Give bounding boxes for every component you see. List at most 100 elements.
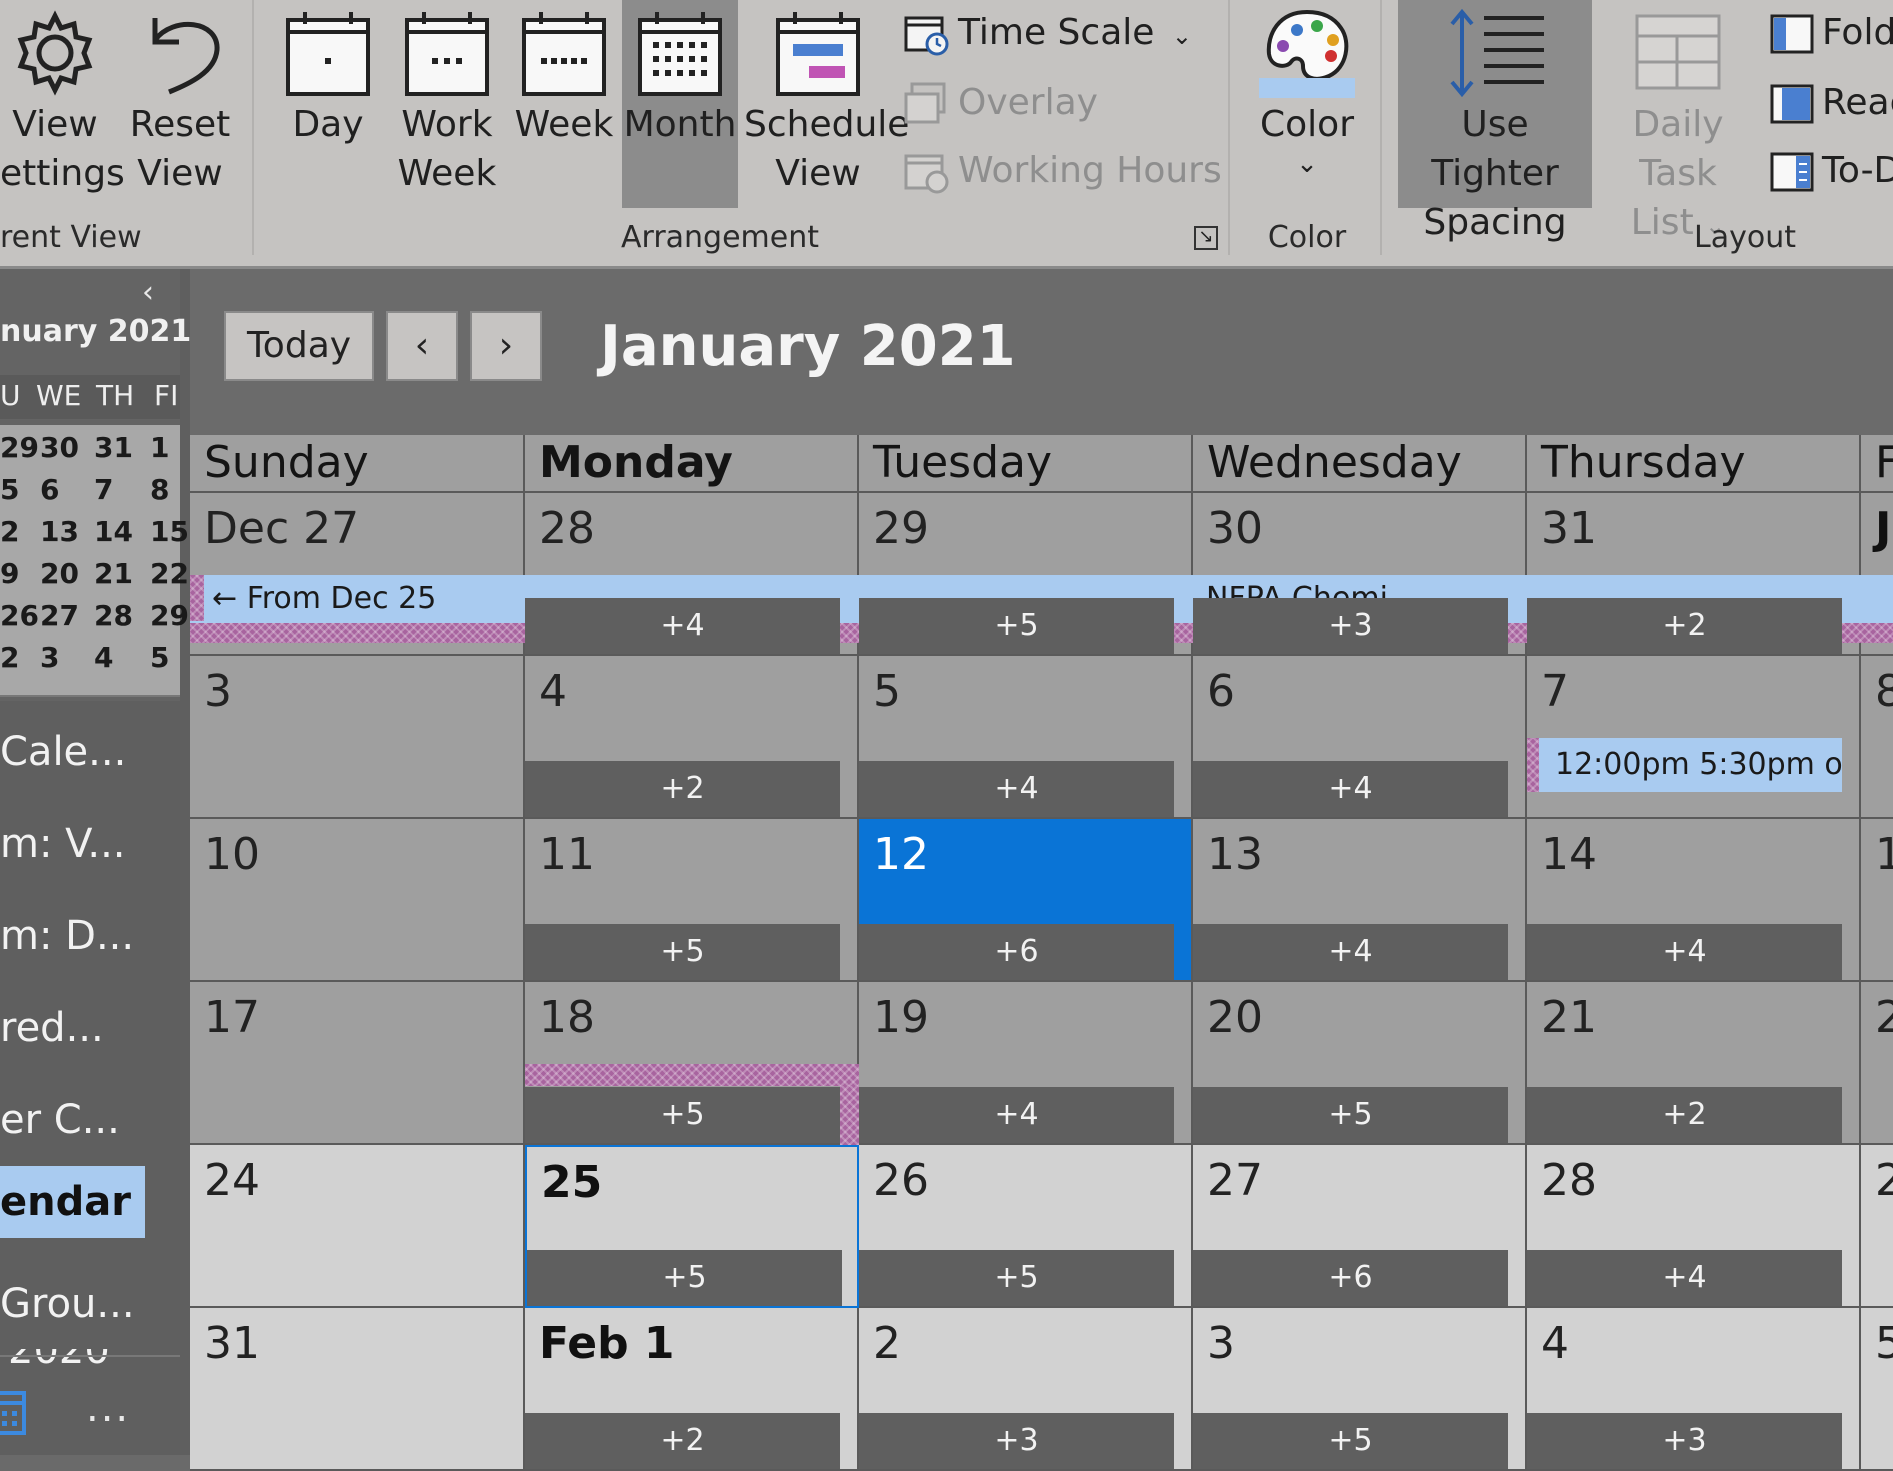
more-events-button[interactable]: +5	[525, 924, 840, 980]
mini-calendar-day[interactable]: 29	[150, 599, 189, 632]
day-cell[interactable]: 19 +4	[859, 982, 1193, 1145]
more-events-button[interactable]: +4	[1527, 1250, 1842, 1306]
more-events-button[interactable]: +4	[1527, 924, 1842, 980]
mini-calendar-day[interactable]: 20	[40, 557, 79, 590]
mini-calendar-day[interactable]: 8	[150, 473, 169, 506]
day-cell[interactable]: 8	[1861, 656, 1893, 819]
more-events-button[interactable]: +5	[1193, 1413, 1508, 1469]
day-cell[interactable]: 4 +2	[525, 656, 859, 819]
day-cell[interactable]: 4 +3	[1527, 1308, 1861, 1471]
day-cell[interactable]: 10	[190, 819, 525, 982]
day-cell[interactable]: 20 +5	[1193, 982, 1527, 1145]
day-cell[interactable]: 2 +3	[859, 1308, 1193, 1471]
more-events-button[interactable]: +5	[525, 1087, 840, 1143]
reset-view-button[interactable]: Reset View	[128, 6, 232, 198]
more-events-button[interactable]: +3	[1527, 1413, 1842, 1469]
working-hours-button[interactable]: Working Hours	[904, 150, 1222, 194]
more-events-button[interactable]: +5	[1193, 1087, 1508, 1143]
day-view-button[interactable]: Day	[276, 6, 380, 149]
mini-calendar-day[interactable]: 13	[40, 515, 79, 548]
day-cell[interactable]: 5 +4	[859, 656, 1193, 819]
mini-calendar-day[interactable]: 27	[40, 599, 79, 632]
mini-calendar-day[interactable]: 22	[150, 557, 189, 590]
mini-calendar-day[interactable]: 2	[0, 515, 19, 548]
day-cell[interactable]: 14 +4	[1527, 819, 1861, 982]
day-cell[interactable]: 11 +5	[525, 819, 859, 982]
more-events-button[interactable]: +5	[859, 598, 1174, 654]
day-cell[interactable]: 21 +2	[1527, 982, 1861, 1145]
nav-calendar-item[interactable]: er C...	[0, 1097, 120, 1143]
event-hatch-bar[interactable]	[525, 1064, 859, 1086]
mini-calendar-day[interactable]: 26	[0, 599, 39, 632]
more-events-button[interactable]: +2	[1527, 598, 1842, 654]
mini-calendar-day[interactable]: 2	[0, 641, 19, 674]
more-events-button[interactable]: +2	[525, 761, 840, 817]
arrangement-dialog-launcher-icon[interactable]: ↘	[1194, 226, 1218, 250]
day-cell[interactable]: 2	[1861, 982, 1893, 1145]
mini-calendar-day[interactable]: 5	[150, 641, 169, 674]
event-hatch-marker[interactable]	[1527, 738, 1539, 792]
next-button[interactable]: ›	[470, 311, 542, 381]
work-week-view-button[interactable]: Work Week	[395, 6, 499, 198]
overlay-button[interactable]: Overlay	[904, 82, 1098, 126]
day-cell[interactable]: 6 +4	[1193, 656, 1527, 819]
mini-calendar-day[interactable]: 15	[150, 515, 189, 548]
view-settings-button[interactable]: View ettings	[0, 6, 125, 198]
day-cell[interactable]: 26 +5	[859, 1145, 1193, 1308]
more-events-button[interactable]: +4	[1193, 761, 1508, 817]
nav-calendar-item-selected[interactable]: endar	[0, 1166, 145, 1238]
day-cell[interactable]: 3 +5	[1193, 1308, 1527, 1471]
nav-calendar-item[interactable]: m: V...	[0, 821, 126, 867]
more-events-button[interactable]: +3	[859, 1413, 1174, 1469]
more-events-button[interactable]: +2	[1527, 1087, 1842, 1143]
mini-calendar-day[interactable]: 7	[94, 473, 113, 506]
today-button[interactable]: Today	[224, 311, 374, 381]
nav-calendar-item[interactable]: Grou...	[0, 1281, 135, 1327]
mini-calendar-day[interactable]: 3	[40, 641, 59, 674]
schedule-view-button[interactable]: Schedule View	[744, 6, 909, 198]
mini-calendar-day[interactable]: 1	[150, 431, 169, 464]
mini-calendar-day[interactable]: 29	[0, 431, 39, 464]
more-events-button[interactable]: +3	[1193, 598, 1508, 654]
more-events-button[interactable]: +4	[859, 1087, 1174, 1143]
daily-task-list-button[interactable]: Daily Task List ⌄	[1598, 6, 1758, 251]
event-jan7[interactable]: 12:00pm 5:30pm o...	[1539, 738, 1842, 792]
more-events-button[interactable]: +6	[1193, 1250, 1508, 1306]
previous-button[interactable]: ‹	[386, 311, 458, 381]
week-view-button[interactable]: Week	[512, 6, 616, 149]
day-cell[interactable]: 25 +5	[525, 1145, 859, 1308]
day-cell[interactable]: 24	[190, 1145, 525, 1308]
day-cell[interactable]: 13 +4	[1193, 819, 1527, 982]
more-events-button[interactable]: +5	[859, 1250, 1174, 1306]
more-events-button[interactable]: +4	[525, 598, 840, 654]
mini-calendar-day[interactable]: 5	[0, 473, 19, 506]
collapse-pane-icon[interactable]: ‹	[142, 275, 154, 310]
day-cell[interactable]: 3	[190, 656, 525, 819]
nav-calendar-item[interactable]: Cale...	[0, 729, 126, 775]
day-cell[interactable]: 31	[190, 1308, 525, 1471]
mini-calendar-day[interactable]: 9	[0, 557, 19, 590]
folder-pane-button[interactable]: Fold	[1770, 12, 1893, 54]
reading-pane-button[interactable]: Reac	[1770, 82, 1893, 124]
day-cell[interactable]: 28 +4	[1527, 1145, 1861, 1308]
event-hatch-marker[interactable]	[190, 575, 204, 621]
more-events-button[interactable]: +4	[859, 761, 1174, 817]
mini-calendar-day[interactable]: 4	[94, 641, 113, 674]
day-cell[interactable]: 2	[1861, 1145, 1893, 1308]
more-apps-icon[interactable]: ...	[86, 1385, 130, 1431]
nav-calendar-item[interactable]: red...	[0, 1005, 104, 1051]
nav-calendar-item[interactable]: 2020	[0, 1349, 180, 1371]
mini-calendar-day[interactable]: 14	[94, 515, 133, 548]
day-cell[interactable]: 12 +6	[859, 819, 1193, 982]
time-scale-dropdown[interactable]: Time Scale ⌄	[904, 12, 1192, 56]
todo-bar-button[interactable]: To-D	[1770, 150, 1893, 192]
use-tighter-spacing-button[interactable]: Use Tighter Spacing	[1398, 0, 1592, 243]
more-events-button[interactable]: +4	[1193, 924, 1508, 980]
calendar-module-icon[interactable]	[0, 1391, 28, 1437]
mini-calendar-day[interactable]: 6	[40, 473, 59, 506]
event-hatch-side[interactable]	[840, 1086, 859, 1145]
more-events-button[interactable]: +6	[859, 924, 1174, 980]
mini-calendar-day[interactable]: 28	[94, 599, 133, 632]
day-cell[interactable]: Feb 1 +2	[525, 1308, 859, 1471]
month-view-button[interactable]: Month	[622, 0, 738, 208]
